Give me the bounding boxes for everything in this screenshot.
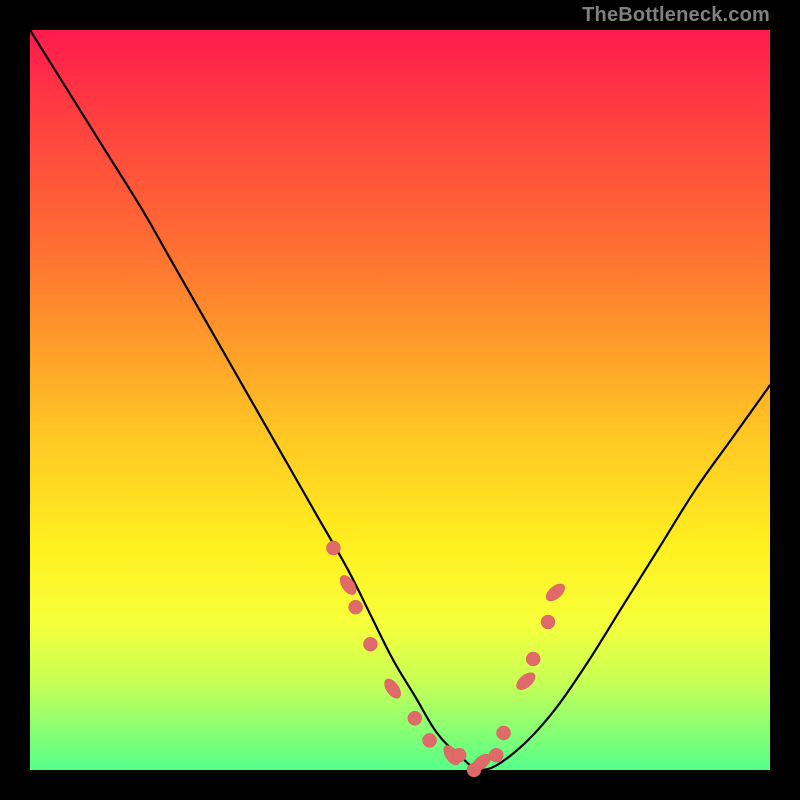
marker-dot	[423, 733, 437, 747]
highlight-markers	[326, 541, 567, 777]
marker-dot	[363, 637, 377, 651]
bottleneck-curve-path	[30, 30, 770, 770]
marker-dot	[543, 581, 568, 604]
curve-svg	[30, 30, 770, 770]
marker-dot	[349, 600, 363, 614]
marker-dot	[526, 652, 540, 666]
plot-area	[30, 30, 770, 770]
marker-dot	[514, 670, 539, 693]
marker-dot	[489, 748, 503, 762]
marker-dot	[541, 615, 555, 629]
marker-dot	[497, 726, 511, 740]
marker-dot	[326, 541, 340, 555]
watermark-text: TheBottleneck.com	[582, 4, 770, 27]
chart-container: TheBottleneck.com	[0, 0, 800, 800]
marker-dot	[452, 748, 466, 762]
marker-dot	[381, 676, 403, 701]
marker-dot	[408, 711, 422, 725]
